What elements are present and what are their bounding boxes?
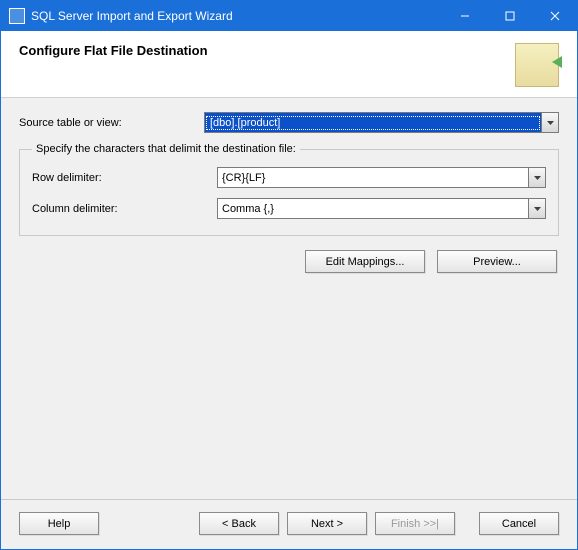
row-delimiter-value: {CR}{LF} [218,172,528,184]
maximize-icon [505,11,515,21]
app-icon [9,8,25,24]
column-delimiter-row: Column delimiter: Comma {,} [32,198,546,219]
finish-button: Finish >>| [375,512,455,535]
wizard-footer: Help < Back Next > Finish >>| Cancel [1,499,577,549]
column-delimiter-label: Column delimiter: [32,203,217,215]
minimize-button[interactable] [442,1,487,31]
mapping-actions: Edit Mappings... Preview... [19,250,559,273]
source-value: [dbo].[product] [206,116,540,130]
page-title: Configure Flat File Destination [19,43,515,58]
back-button[interactable]: < Back [199,512,279,535]
row-delimiter-row: Row delimiter: {CR}{LF} [32,167,546,188]
source-combo[interactable]: [dbo].[product] [204,112,559,133]
wizard-icon [515,43,559,87]
titlebar: SQL Server Import and Export Wizard [1,1,577,31]
chevron-down-icon [534,207,541,211]
wizard-header: Configure Flat File Destination [1,31,577,98]
cancel-button[interactable]: Cancel [479,512,559,535]
chevron-down-icon [534,176,541,180]
source-row: Source table or view: [dbo].[product] [19,112,559,133]
column-delimiter-value: Comma {,} [218,203,528,215]
column-delimiter-dropdown-button[interactable] [528,199,545,218]
close-icon [550,11,560,21]
edit-mappings-button[interactable]: Edit Mappings... [305,250,425,273]
window-title: SQL Server Import and Export Wizard [31,9,442,23]
maximize-button[interactable] [487,1,532,31]
delimiters-legend: Specify the characters that delimit the … [32,143,300,155]
row-delimiter-label: Row delimiter: [32,172,217,184]
close-button[interactable] [532,1,577,31]
column-delimiter-combo[interactable]: Comma {,} [217,198,546,219]
source-dropdown-button[interactable] [541,113,558,132]
row-delimiter-dropdown-button[interactable] [528,168,545,187]
chevron-down-icon [547,121,554,125]
row-delimiter-combo[interactable]: {CR}{LF} [217,167,546,188]
arrow-icon [552,56,562,68]
wizard-body: Source table or view: [dbo].[product] Sp… [1,98,577,499]
preview-button[interactable]: Preview... [437,250,557,273]
next-button[interactable]: Next > [287,512,367,535]
help-button[interactable]: Help [19,512,99,535]
delimiters-fieldset: Specify the characters that delimit the … [19,143,559,236]
minimize-icon [460,11,470,21]
source-label: Source table or view: [19,117,204,129]
wizard-window: SQL Server Import and Export Wizard Conf… [0,0,578,550]
